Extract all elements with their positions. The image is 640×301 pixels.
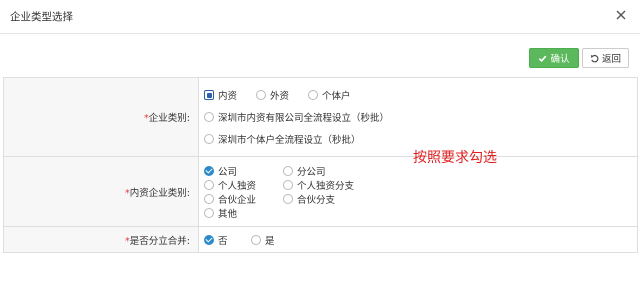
option-sz-individual-fast[interactable]: 深圳市个体户全流程设立（秒批）	[204, 132, 361, 146]
domestic-category-label: *内资企业类别:	[3, 156, 199, 227]
option-sole-proprietorship[interactable]: 个人独资	[204, 178, 256, 192]
option-label: 合伙企业	[218, 195, 257, 206]
enterprise-category-options: 内资 外资 个体户 深圳市内资有限公司全流程设立（秒批） 深圳市个体户全流程设立…	[198, 77, 638, 157]
close-icon[interactable]	[614, 8, 628, 22]
branch-merge-options: 否 是	[198, 226, 638, 253]
radio-checked[interactable]	[204, 235, 214, 245]
option-other[interactable]: 其他	[204, 206, 237, 220]
option-company[interactable]: 公司	[204, 164, 237, 178]
checkbox-checked[interactable]	[204, 90, 214, 100]
dialog-header: 企业类型选择	[0, 0, 640, 34]
radio-unchecked[interactable]	[256, 90, 266, 100]
option-label: 个人独资分支	[297, 181, 355, 192]
radio-unchecked[interactable]	[283, 194, 293, 204]
radio-unchecked[interactable]	[204, 180, 214, 190]
branch-merge-row: *是否分立合并: 否 是	[3, 226, 638, 253]
option-label: 内资	[218, 91, 238, 102]
annotation-text: 按照要求勾选	[413, 150, 497, 166]
option-individual[interactable]: 个体户	[308, 88, 351, 102]
option-label: 公司	[218, 167, 238, 178]
option-no[interactable]: 否	[204, 233, 228, 247]
enterprise-category-row: *企业类别: 内资 外资 个体户 深圳市内资有限公司全流程设立（秒批） 深圳市个…	[3, 77, 638, 157]
domestic-category-row: *内资企业类别: 公司 分公司 个人独资 个人独资分支 合伙企业 合伙分支 其他	[3, 156, 638, 227]
option-label: 外资	[270, 91, 290, 102]
option-label: 分公司	[297, 167, 326, 178]
enterprise-type-form: *企业类别: 内资 外资 个体户 深圳市内资有限公司全流程设立（秒批） 深圳市个…	[3, 77, 638, 253]
undo-icon	[590, 54, 599, 63]
option-label: 个体户	[322, 91, 351, 102]
branch-merge-label: *是否分立合并:	[3, 226, 199, 253]
dialog-title: 企业类型选择	[10, 11, 73, 23]
option-yes[interactable]: 是	[251, 233, 275, 247]
radio-unchecked[interactable]	[204, 194, 214, 204]
radio-unchecked[interactable]	[204, 112, 214, 122]
option-label: 否	[218, 236, 228, 247]
option-label: 深圳市内资有限公司全流程设立（秒批）	[218, 113, 390, 124]
option-partnership-branch[interactable]: 合伙分支	[283, 192, 335, 206]
option-domestic[interactable]: 内资	[204, 88, 237, 102]
option-foreign[interactable]: 外资	[256, 88, 289, 102]
option-label: 其他	[218, 209, 238, 220]
option-sz-domestic-fast[interactable]: 深圳市内资有限公司全流程设立（秒批）	[204, 110, 389, 124]
branch-merge-label-text: 是否分立合并:	[129, 235, 190, 247]
enterprise-category-label: *企业类别:	[3, 77, 199, 157]
radio-unchecked[interactable]	[283, 180, 293, 190]
option-label: 是	[265, 236, 275, 247]
enterprise-category-label-text: 企业类别:	[148, 113, 190, 124]
radio-unchecked[interactable]	[308, 90, 318, 100]
check-icon	[538, 54, 547, 63]
radio-unchecked[interactable]	[204, 134, 214, 144]
option-label: 深圳市个体户全流程设立（秒批）	[218, 135, 361, 146]
toolbar: 确认 返回	[0, 45, 640, 71]
radio-checked[interactable]	[204, 166, 214, 176]
domestic-category-label-text: 内资企业类别:	[129, 187, 190, 199]
radio-unchecked[interactable]	[204, 208, 214, 218]
option-partnership[interactable]: 合伙企业	[204, 192, 256, 206]
back-label: 返回	[601, 54, 621, 65]
option-sole-proprietorship-branch[interactable]: 个人独资分支	[283, 178, 354, 192]
confirm-button[interactable]: 确认	[529, 48, 579, 68]
option-label: 个人独资	[218, 181, 257, 192]
back-button[interactable]: 返回	[582, 48, 629, 68]
option-branch-company[interactable]: 分公司	[283, 164, 326, 178]
radio-unchecked[interactable]	[283, 166, 293, 176]
domestic-category-options: 公司 分公司 个人独资 个人独资分支 合伙企业 合伙分支 其他	[198, 156, 638, 227]
radio-unchecked[interactable]	[251, 235, 261, 245]
confirm-label: 确认	[550, 54, 570, 65]
option-label: 合伙分支	[297, 195, 336, 206]
